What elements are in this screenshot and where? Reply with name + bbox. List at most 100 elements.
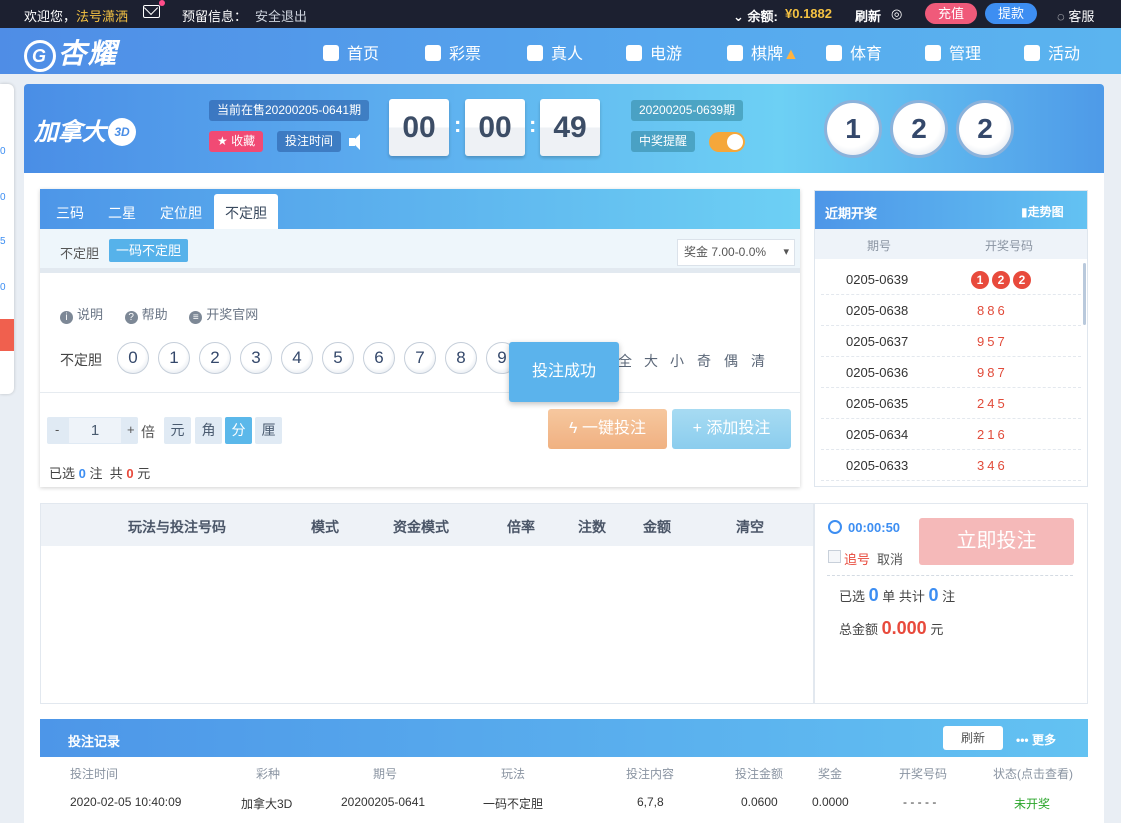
service-link[interactable]: ◌ 客服 bbox=[1057, 6, 1094, 25]
draw-code: 886 bbox=[977, 303, 1008, 318]
multiplier-input[interactable]: 1 bbox=[69, 418, 121, 443]
draw-code-balls: 122 bbox=[971, 271, 1034, 289]
nav-home[interactable]: 首页 bbox=[323, 40, 379, 64]
number-ball-2[interactable]: 2 bbox=[199, 342, 231, 374]
chase-label[interactable]: 追号 bbox=[844, 549, 870, 568]
on-sale-issue: 当前在售20200205-0641期 bbox=[209, 100, 370, 121]
col-fund-mode: 资金模式 bbox=[393, 519, 449, 535]
record-content: 6,7,8 bbox=[637, 795, 664, 809]
nav-slots[interactable]: 电游 bbox=[626, 40, 682, 64]
col-lottery: 彩种 bbox=[256, 767, 281, 781]
deposit-button[interactable]: 充值 bbox=[925, 3, 977, 24]
submit-panel: 00:00:50 追号 取消 立即投注 已选 0 单 共计 0 注 总金额 0.… bbox=[814, 503, 1088, 704]
reserved-info: 预留信息： bbox=[182, 9, 248, 24]
help-link[interactable]: ? 帮助 bbox=[124, 307, 168, 324]
total-summary: 总金额 0.000 元 bbox=[839, 618, 944, 638]
help-links: i 说明 ? 帮助 ≡ 开奖官网 bbox=[60, 304, 258, 324]
number-ball-1[interactable]: 1 bbox=[158, 342, 190, 374]
bet-now-button[interactable]: 立即投注 bbox=[919, 518, 1074, 565]
balance-label: ⌄ 余额: bbox=[733, 9, 778, 24]
mail-icon[interactable] bbox=[143, 0, 165, 18]
filter-all[interactable]: 全 bbox=[618, 351, 632, 371]
logo-emblem-icon: G bbox=[24, 39, 56, 72]
nav-events[interactable]: 活动 bbox=[1024, 40, 1080, 64]
record-status[interactable]: 未开奖 bbox=[1014, 795, 1050, 812]
clear-all-button[interactable]: 清空 bbox=[736, 517, 764, 537]
filter-clear[interactable]: 清 bbox=[751, 351, 765, 371]
draw-ball: 2 bbox=[1013, 271, 1031, 289]
one-click-bet-button[interactable]: ϟ 一键投注 bbox=[548, 409, 667, 449]
col-code: 开奖号码 bbox=[985, 239, 1034, 253]
filter-small[interactable]: 小 bbox=[670, 351, 684, 371]
withdraw-button[interactable]: 提款 bbox=[985, 3, 1037, 24]
eye-icon[interactable]: ◎ bbox=[891, 6, 902, 22]
dealer-icon bbox=[527, 45, 543, 61]
speaker-icon[interactable] bbox=[349, 134, 367, 150]
unit-yuan[interactable]: 元 bbox=[164, 417, 191, 444]
nav-cards[interactable]: 棋牌▲ bbox=[727, 40, 799, 64]
filter-odd[interactable]: 奇 bbox=[697, 351, 711, 371]
prize-alert-toggle[interactable] bbox=[709, 132, 745, 152]
tab-three-code[interactable]: 三码 bbox=[56, 203, 84, 223]
draw-ball: 2 bbox=[992, 271, 1010, 289]
records-refresh-button[interactable]: 刷新 bbox=[943, 726, 1003, 750]
col-amount: 金额 bbox=[643, 519, 671, 535]
nav-live[interactable]: 真人 bbox=[527, 40, 583, 64]
draw-issue: 0205-0639 bbox=[846, 272, 909, 287]
record-draw-code: - - - - - bbox=[903, 795, 937, 809]
side-value: 5 bbox=[0, 236, 6, 247]
stopwatch-icon bbox=[828, 520, 842, 534]
info-link[interactable]: i 说明 bbox=[60, 307, 103, 324]
nav-manage[interactable]: 管理 bbox=[925, 40, 981, 64]
add-bet-button[interactable]: + 添加投注 bbox=[672, 409, 791, 449]
number-ball-0[interactable]: 0 bbox=[117, 342, 149, 374]
chase-checkbox[interactable] bbox=[828, 550, 841, 563]
username[interactable]: 法号潇洒 bbox=[76, 9, 128, 24]
nav-lottery[interactable]: 彩票 bbox=[425, 40, 481, 64]
records-more-link[interactable]: ••• 更多 bbox=[1016, 731, 1056, 748]
prize-select[interactable]: 奖金 7.00-0.0% bbox=[677, 239, 795, 266]
unit-jiao[interactable]: 角 bbox=[195, 417, 222, 444]
cancel-link[interactable]: 取消 bbox=[877, 549, 903, 568]
refresh-balance[interactable]: 刷新 bbox=[855, 6, 881, 25]
unit-fen[interactable]: 分 bbox=[225, 417, 252, 444]
selection-summary: 已选 0 注 共 0 元 bbox=[49, 466, 151, 481]
tab-any-position[interactable]: 不定胆 bbox=[214, 194, 278, 229]
tab-position[interactable]: 定位胆 bbox=[160, 203, 202, 223]
filter-big[interactable]: 大 bbox=[644, 351, 658, 371]
filter-even[interactable]: 偶 bbox=[724, 351, 738, 371]
decrease-button[interactable]: - bbox=[55, 422, 59, 437]
number-ball-7[interactable]: 7 bbox=[404, 342, 436, 374]
bet-time-button[interactable]: 投注时间 bbox=[277, 131, 342, 152]
ticket-icon bbox=[425, 45, 441, 61]
col-status: 状态(点击查看) bbox=[993, 767, 1073, 781]
logout-link[interactable]: 安全退出 bbox=[255, 6, 307, 25]
number-ball-3[interactable]: 3 bbox=[240, 342, 272, 374]
bet-controls: - 1 + 倍 元 角 分 厘 ϟ 一键投注 + 添加投注 已选 0 注 共 0… bbox=[40, 392, 800, 487]
multiplier-stepper: - 1 + bbox=[47, 417, 138, 444]
unit-li[interactable]: 厘 bbox=[255, 417, 282, 444]
result-ball: 2 bbox=[890, 100, 948, 158]
sub-play-one-code[interactable]: 一码不定胆 bbox=[109, 239, 189, 262]
side-arrow-button[interactable] bbox=[0, 319, 14, 351]
number-ball-4[interactable]: 4 bbox=[281, 342, 313, 374]
scrollbar[interactable] bbox=[1083, 263, 1086, 325]
favorite-button[interactable]: ★ 收藏 bbox=[209, 131, 264, 152]
number-ball-8[interactable]: 8 bbox=[445, 342, 477, 374]
main-nav: G 杏耀 首页 彩票 真人 电游 棋牌▲ 体育 管理 活动 bbox=[0, 28, 1121, 74]
list-item: 0205-0633 346 bbox=[821, 450, 1081, 481]
record-lottery: 加拿大3D bbox=[241, 797, 293, 811]
increase-button[interactable]: + bbox=[127, 422, 135, 437]
number-ball-6[interactable]: 6 bbox=[363, 342, 395, 374]
side-value: 0 bbox=[0, 146, 6, 157]
draw-issue: 0205-0634 bbox=[846, 427, 909, 442]
number-ball-5[interactable]: 5 bbox=[322, 342, 354, 374]
side-float-panel[interactable]: 0 0 5 0 bbox=[0, 84, 14, 394]
nav-sports[interactable]: 体育 bbox=[826, 40, 882, 64]
trend-link[interactable]: ▮走势图 bbox=[1021, 203, 1064, 220]
tab-two-star[interactable]: 二星 bbox=[108, 203, 136, 223]
official-site-link[interactable]: ≡ 开奖官网 bbox=[189, 307, 258, 324]
logo[interactable]: G 杏耀 bbox=[24, 32, 118, 72]
recent-draws-columns: 期号 开奖号码 bbox=[815, 229, 1087, 259]
record-prize: 0.0000 bbox=[812, 795, 849, 809]
